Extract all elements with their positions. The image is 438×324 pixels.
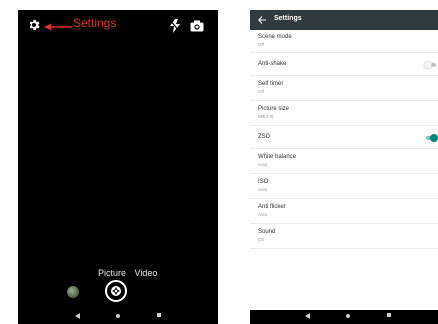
navigation-bar: [250, 310, 438, 324]
setting-value: 8M(4:3): [258, 114, 274, 119]
setting-iso[interactable]: ISO Auto: [250, 174, 438, 199]
setting-title: Scene mode: [258, 34, 292, 40]
setting-value: Auto: [258, 187, 268, 192]
mode-video[interactable]: Video: [135, 268, 158, 278]
home-icon[interactable]: [116, 314, 120, 318]
setting-title: Anti flicker: [258, 204, 286, 210]
setting-self-timer[interactable]: Self timer Off: [250, 76, 438, 101]
setting-title: ISO: [258, 179, 269, 185]
setting-sound[interactable]: Sound On: [250, 224, 438, 249]
annotation-arrow: [44, 23, 72, 31]
camera-screen: Settings Picture Video: [18, 10, 218, 324]
back-icon[interactable]: [75, 313, 80, 319]
toggle-state-label: Off: [431, 63, 436, 67]
setting-title: Picture size: [258, 106, 290, 112]
gear-icon[interactable]: [27, 18, 41, 32]
setting-value: Auto: [258, 212, 268, 217]
setting-title: Anti-shake: [258, 61, 287, 67]
flash-icon[interactable]: [169, 19, 181, 33]
settings-list: Scene mode Off Anti-shake Off Self timer…: [250, 30, 438, 249]
settings-annotation-label: Settings: [73, 16, 117, 30]
setting-picture-size[interactable]: Picture size 8M(4:3): [250, 101, 438, 126]
recents-icon[interactable]: [387, 313, 391, 317]
toggle-knob: [430, 134, 438, 142]
settings-app-bar: Settings: [250, 10, 438, 30]
navigation-bar: [18, 310, 218, 324]
mode-picture[interactable]: Picture: [98, 268, 126, 278]
gallery-thumbnail[interactable]: [67, 286, 79, 298]
setting-value: Auto: [258, 162, 268, 167]
back-icon[interactable]: [305, 313, 310, 319]
setting-white-balance[interactable]: White balance Auto: [250, 149, 438, 174]
setting-value: On: [258, 237, 265, 242]
shutter-button[interactable]: [105, 280, 127, 302]
setting-value: Off: [258, 42, 264, 47]
setting-scene-mode[interactable]: Scene mode Off: [250, 30, 438, 53]
camera-mode-selector: Picture Video: [98, 268, 157, 278]
home-icon[interactable]: [346, 314, 350, 318]
setting-title: ZSD: [258, 134, 270, 140]
camera-icon[interactable]: [190, 20, 204, 32]
setting-anti-shake[interactable]: Anti-shake Off: [250, 53, 438, 76]
setting-zsd[interactable]: ZSD: [250, 126, 438, 149]
recents-icon[interactable]: [157, 313, 161, 317]
settings-screen: Settings Scene mode Off Anti-shake Off S…: [250, 10, 438, 324]
camera-top-bar: Settings: [18, 10, 218, 42]
setting-title: Self timer: [258, 81, 284, 87]
zsd-toggle[interactable]: [426, 134, 438, 142]
setting-title: White balance: [258, 154, 297, 160]
setting-title: Sound: [258, 229, 276, 235]
setting-anti-flicker[interactable]: Anti flicker Auto: [250, 199, 438, 224]
shutter-icon: [111, 286, 121, 296]
arrow-back-icon[interactable]: [258, 16, 266, 24]
setting-value: Off: [258, 89, 264, 94]
page-title: Settings: [274, 15, 302, 22]
